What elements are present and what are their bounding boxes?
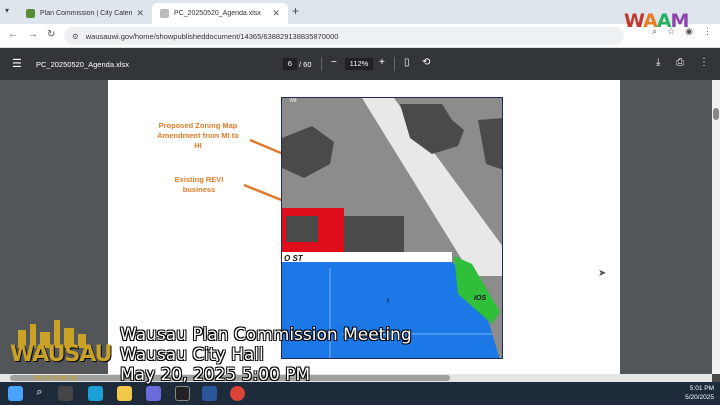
scrollbar-thumb[interactable] bbox=[713, 108, 719, 120]
tab-title: Plan Commission | City Calenda bbox=[40, 10, 133, 17]
document-favicon-icon bbox=[160, 9, 169, 18]
chrome-icon[interactable] bbox=[230, 386, 245, 401]
edge-icon[interactable] bbox=[88, 386, 103, 401]
print-icon[interactable]: ⎙ bbox=[676, 57, 684, 68]
system-clock[interactable]: 5:01 PM 5/20/2025 bbox=[685, 384, 714, 402]
toolbar-divider bbox=[394, 57, 395, 71]
more-options-icon[interactable]: ⋮ bbox=[699, 57, 709, 68]
page-total: / 60 bbox=[299, 60, 312, 69]
fit-page-icon[interactable]: ▯ bbox=[404, 57, 410, 68]
site-info-icon[interactable]: ⚙ bbox=[72, 32, 79, 41]
task-view-icon[interactable] bbox=[58, 386, 73, 401]
store-icon[interactable] bbox=[146, 386, 161, 401]
broadcast-caption: Wausau Plan Commission Meeting Wausau Ci… bbox=[120, 325, 412, 385]
zoning-map: O ST MI I IOS bbox=[281, 97, 503, 359]
rotate-icon[interactable]: ⟲ bbox=[422, 57, 430, 68]
windows-taskbar: ⌕ 5:01 PM 5/20/2025 bbox=[0, 382, 720, 405]
pdf-toolbar: ☰ PC_20250520_Agenda.xlsx 6 / 60 − 112% … bbox=[0, 48, 720, 80]
new-tab-button[interactable]: + bbox=[292, 4, 299, 18]
tab-agenda[interactable]: PC_20250520_Agenda.xlsx ✕ bbox=[152, 3, 288, 24]
app-icon[interactable] bbox=[202, 386, 217, 401]
zoom-level-input[interactable]: 112% bbox=[345, 58, 373, 70]
hamburger-icon[interactable]: ☰ bbox=[12, 57, 22, 70]
search-icon[interactable]: ⌕ bbox=[32, 386, 47, 401]
zoom-out-icon[interactable]: − bbox=[331, 57, 337, 68]
zoning-map-drawing: O ST MI I IOS bbox=[282, 98, 502, 358]
file-explorer-icon[interactable] bbox=[117, 386, 132, 401]
url-field[interactable]: ⚙ wausauwi.gov/home/showpublisheddocumen… bbox=[64, 27, 624, 45]
tab-strip: ▾ Plan Commission | City Calenda ✕ PC_20… bbox=[0, 0, 720, 24]
mouse-cursor-icon: ➤ bbox=[598, 268, 607, 279]
wausau-logo: WAUSAU WISCONSIN bbox=[8, 318, 113, 388]
caption-meeting: Wausau Plan Commission Meeting bbox=[120, 325, 412, 345]
terminal-icon[interactable] bbox=[175, 386, 190, 401]
clock-time: 5:01 PM bbox=[689, 385, 714, 392]
svg-text:MI: MI bbox=[290, 98, 297, 104]
address-bar-row: ← → ↻ ⚙ wausauwi.gov/home/showpublishedd… bbox=[0, 24, 720, 48]
tab-plan-commission[interactable]: Plan Commission | City Calenda ✕ bbox=[18, 3, 152, 24]
logo-word: WAUSAU bbox=[10, 342, 113, 367]
page-number-input[interactable]: 6 bbox=[283, 58, 297, 70]
logo-subtitle: WISCONSIN bbox=[34, 376, 78, 382]
close-tab-icon[interactable]: ✕ bbox=[272, 8, 280, 19]
city-favicon-icon bbox=[26, 9, 35, 18]
menu-kebab-icon[interactable]: ⋮ bbox=[703, 26, 712, 37]
tab-search-icon[interactable]: ▾ bbox=[5, 6, 9, 15]
svg-text:O ST: O ST bbox=[284, 254, 304, 263]
download-icon[interactable]: ⤓ bbox=[656, 57, 660, 68]
caption-location: Wausau City Hall bbox=[120, 345, 264, 365]
caption-datetime: May 20, 2025 5:00 PM bbox=[120, 365, 311, 385]
url-text: wausauwi.gov/home/showpublisheddocument/… bbox=[85, 31, 339, 41]
svg-text:IOS: IOS bbox=[474, 295, 486, 302]
clock-date: 5/20/2025 bbox=[685, 394, 714, 401]
document-title: PC_20250520_Agenda.xlsx bbox=[36, 60, 129, 69]
zoom-in-icon[interactable]: + bbox=[379, 57, 385, 68]
vertical-scrollbar[interactable] bbox=[712, 80, 720, 374]
svg-text:I: I bbox=[387, 298, 389, 305]
start-icon[interactable] bbox=[8, 386, 23, 401]
forward-icon[interactable]: → bbox=[28, 29, 38, 40]
tab-title: PC_20250520_Agenda.xlsx bbox=[174, 10, 261, 17]
close-tab-icon[interactable]: ✕ bbox=[136, 8, 144, 19]
station-watermark: WAAM bbox=[624, 10, 689, 32]
reload-icon[interactable]: ↻ bbox=[47, 29, 55, 40]
toolbar-divider bbox=[321, 57, 322, 71]
back-icon[interactable]: ← bbox=[8, 29, 18, 40]
